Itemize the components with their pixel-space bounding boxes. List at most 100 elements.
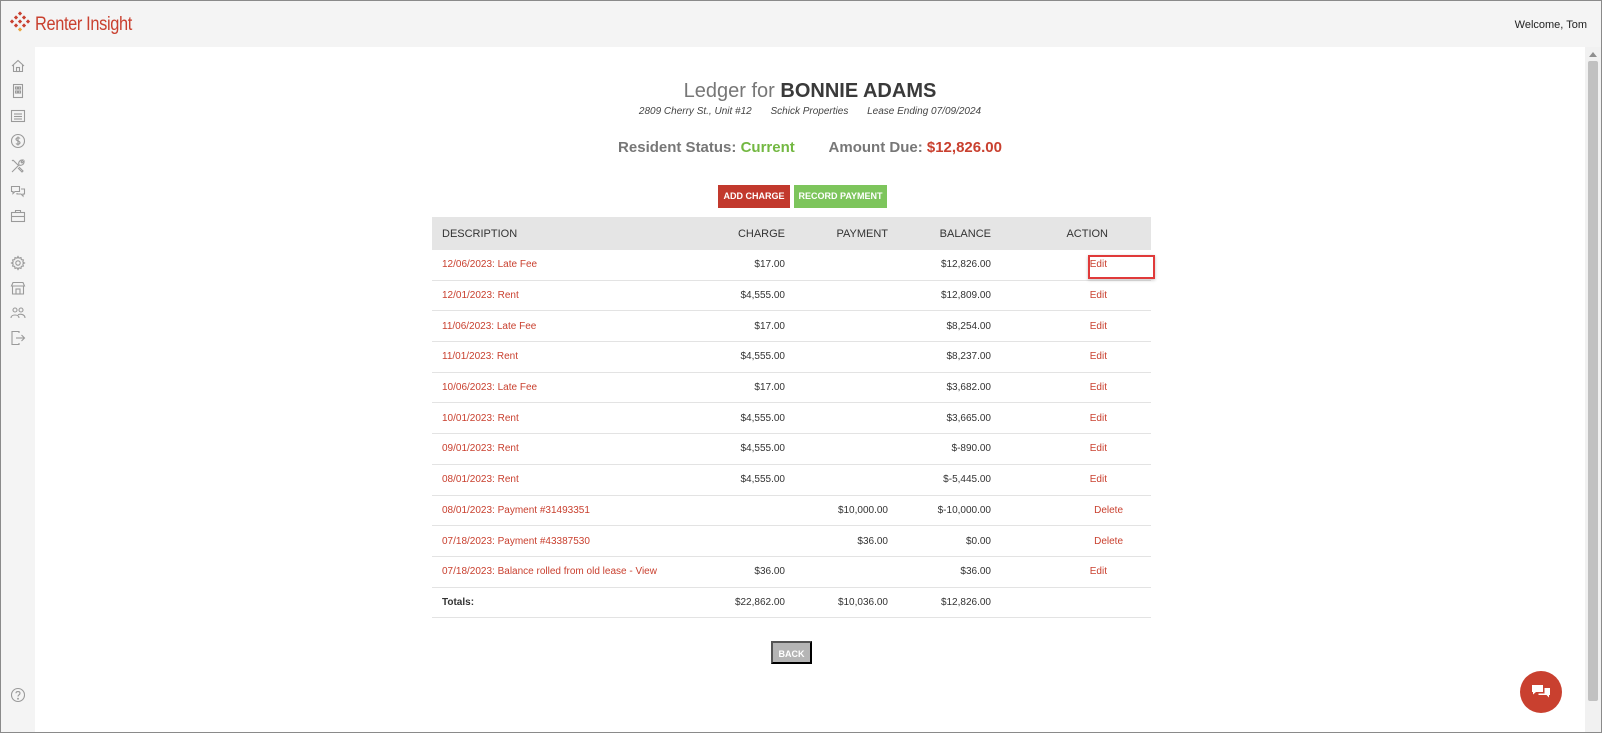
- resident-status-bar: Resident Status: Current Amount Due: $12…: [35, 139, 1585, 156]
- row-action-cell: Edit: [991, 290, 1129, 301]
- row-description[interactable]: 10/01/2023: Rent: [432, 413, 704, 424]
- row-description[interactable]: 11/01/2023: Rent: [432, 351, 704, 362]
- table-row: 10/06/2023: Late Fee $17.00 $3,682.00 Edit: [432, 373, 1151, 404]
- edit-link[interactable]: Edit: [1090, 382, 1107, 393]
- table-row: 09/01/2023: Rent $4,555.00 $-890.00 Edit: [432, 434, 1151, 465]
- table-row: 12/01/2023: Rent $4,555.00 $12,809.00 Edit: [432, 281, 1151, 312]
- record-payment-button[interactable]: RECORD PAYMENT: [794, 185, 887, 208]
- vertical-scrollbar[interactable]: [1585, 47, 1601, 732]
- row-balance: $-5,445.00: [943, 474, 991, 486]
- row-balance: $8,237.00: [946, 351, 992, 363]
- back-button[interactable]: BACK: [771, 641, 812, 664]
- ledger-table: DESCRIPTION CHARGE PAYMENT BALANCE ACTIO…: [432, 217, 1151, 619]
- chat-widget-button[interactable]: [1520, 671, 1562, 713]
- row-action-cell: Edit: [991, 474, 1129, 485]
- row-balance: $3,665.00: [946, 412, 992, 424]
- row-balance: $-890.00: [951, 443, 991, 455]
- row-description[interactable]: 07/18/2023: Payment #43387530: [432, 536, 704, 547]
- add-charge-button[interactable]: ADD CHARGE: [718, 185, 790, 208]
- edit-link[interactable]: Edit: [1090, 566, 1107, 577]
- welcome-text: Welcome, Tom: [1514, 19, 1587, 31]
- scroll-thumb[interactable]: [1588, 61, 1598, 701]
- row-balance: $0.00: [965, 535, 991, 547]
- top-bar: Renter Insight Welcome, Tom: [1, 1, 1601, 47]
- row-payment: $36.00: [857, 535, 888, 547]
- row-action-cell: Delete: [991, 536, 1129, 547]
- header-action: ACTION: [1066, 227, 1108, 240]
- table-row: 07/18/2023: Payment #43387530 $36.00 $0.00…: [432, 526, 1151, 557]
- title-prefix: Ledger for: [683, 80, 775, 102]
- edit-link[interactable]: Edit: [1090, 443, 1107, 454]
- row-charge: $4,555.00: [740, 412, 786, 424]
- table-row: 08/01/2023: Payment #31493351 $10,000.00 $…: [432, 496, 1151, 527]
- scroll-up-arrow-icon[interactable]: [1589, 52, 1597, 57]
- header-balance: BALANCE: [939, 227, 991, 240]
- row-charge: $4,555.00: [740, 474, 786, 486]
- table-header: DESCRIPTION CHARGE PAYMENT BALANCE ACTIO…: [432, 217, 1151, 250]
- row-description[interactable]: 12/01/2023: Rent: [432, 290, 704, 301]
- amount-due-label: Amount Due:: [828, 139, 923, 156]
- table-row: 11/01/2023: Rent $4,555.00 $8,237.00 Edit: [432, 342, 1151, 373]
- help-icon[interactable]: [10, 687, 26, 703]
- brand-logo[interactable]: Renter Insight: [9, 11, 148, 38]
- building-icon[interactable]: [10, 83, 26, 99]
- row-balance: $-10,000.00: [937, 504, 991, 516]
- totals-charge: $22,862.00: [734, 596, 785, 608]
- main-content: Ledger for BONNIE ADAMS 2809 Cherry St.,…: [35, 47, 1585, 732]
- row-description[interactable]: 09/01/2023: Rent: [432, 443, 704, 454]
- row-charge: $4,555.00: [740, 290, 786, 302]
- row-charge: $17.00: [754, 382, 785, 394]
- status-label: Resident Status:: [618, 139, 737, 156]
- row-charge: $17.00: [754, 320, 785, 332]
- page-title: Ledger for BONNIE ADAMS: [35, 80, 1585, 103]
- row-action-cell: Edit: [991, 351, 1129, 362]
- row-action-cell: Edit: [991, 566, 1129, 577]
- row-description[interactable]: 10/06/2023: Late Fee: [432, 382, 704, 393]
- chat-bubbles-icon[interactable]: [10, 183, 26, 199]
- edit-link[interactable]: Edit: [1090, 290, 1107, 301]
- table-row: 12/06/2023: Late Fee $17.00 $12,826.00 Edit: [432, 250, 1151, 281]
- row-balance: $12,809.00: [940, 290, 991, 302]
- row-charge: $4,555.00: [740, 351, 786, 363]
- row-description[interactable]: 08/01/2023: Payment #31493351: [432, 505, 704, 516]
- edit-link[interactable]: Edit: [1090, 413, 1107, 424]
- tenant-name: BONNIE ADAMS: [780, 80, 937, 102]
- chat-icon: [1532, 685, 1550, 698]
- totals-label: Totals:: [442, 596, 475, 608]
- table-row: 08/01/2023: Rent $4,555.00 $-5,445.00 Edit: [432, 465, 1151, 496]
- table-row: 07/18/2023: Balance rolled from old leas…: [432, 557, 1151, 588]
- edit-link[interactable]: Edit: [1090, 474, 1107, 485]
- storefront-icon[interactable]: [10, 280, 26, 296]
- dollar-icon[interactable]: [10, 133, 26, 149]
- sidebar: [1, 47, 35, 732]
- logout-icon[interactable]: [10, 330, 26, 346]
- table-row: 11/06/2023: Late Fee $17.00 $8,254.00 Edit: [432, 311, 1151, 343]
- row-charge: $36.00: [754, 566, 785, 578]
- gear-icon[interactable]: [10, 255, 26, 271]
- row-balance: $3,682.00: [946, 382, 992, 394]
- row-charge: $4,555.00: [740, 443, 786, 455]
- edit-link[interactable]: Edit: [1090, 351, 1107, 362]
- home-icon[interactable]: [10, 58, 26, 74]
- property-address: 2809 Cherry St., Unit #12: [638, 106, 752, 117]
- row-action-cell: Edit: [991, 382, 1129, 393]
- lease-info: 2809 Cherry St., Unit #12 Schick Propert…: [35, 106, 1585, 117]
- briefcase-icon[interactable]: [10, 208, 26, 224]
- totals-balance: $12,826.00: [940, 596, 991, 608]
- delete-link[interactable]: Delete: [1094, 505, 1123, 516]
- header-payment: PAYMENT: [836, 227, 888, 240]
- row-description[interactable]: 08/01/2023: Rent: [432, 474, 704, 485]
- users-icon[interactable]: [10, 305, 26, 321]
- table-row: 10/01/2023: Rent $4,555.00 $3,665.00 Edit: [432, 403, 1151, 435]
- row-action-cell: Edit: [991, 443, 1129, 454]
- row-description[interactable]: 07/18/2023: Balance rolled from old leas…: [432, 566, 704, 577]
- delete-link[interactable]: Delete: [1094, 536, 1123, 547]
- list-icon[interactable]: [10, 108, 26, 124]
- row-balance: $8,254.00: [946, 320, 992, 332]
- brand-name: Renter Insight: [35, 13, 132, 35]
- row-balance: $36.00: [960, 566, 991, 578]
- edit-link[interactable]: Edit: [1090, 321, 1107, 332]
- row-description[interactable]: 12/06/2023: Late Fee: [432, 259, 704, 270]
- row-description[interactable]: 11/06/2023: Late Fee: [432, 321, 704, 332]
- tools-icon[interactable]: [10, 158, 26, 174]
